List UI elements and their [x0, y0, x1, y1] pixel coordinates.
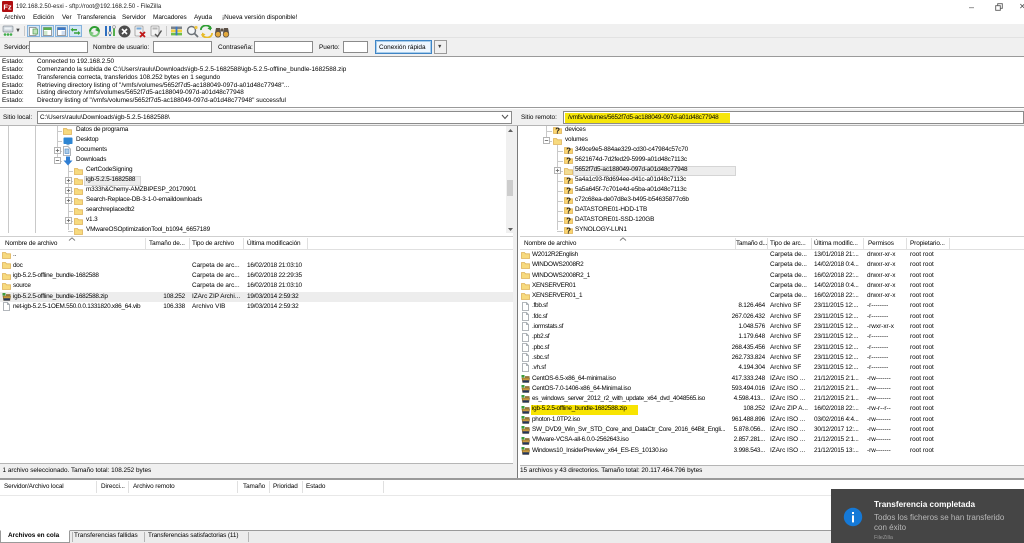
svg-text:?: ? — [566, 147, 571, 155]
svg-text:?: ? — [566, 197, 571, 205]
svg-text:?: ? — [566, 227, 571, 235]
svg-text:?: ? — [555, 127, 560, 135]
svg-text:?: ? — [566, 207, 571, 215]
svg-text:?: ? — [566, 217, 571, 225]
svg-text:?: ? — [566, 177, 571, 185]
svg-text:?: ? — [566, 157, 571, 165]
svg-text:Fz: Fz — [3, 3, 12, 12]
svg-text:?: ? — [566, 187, 571, 195]
